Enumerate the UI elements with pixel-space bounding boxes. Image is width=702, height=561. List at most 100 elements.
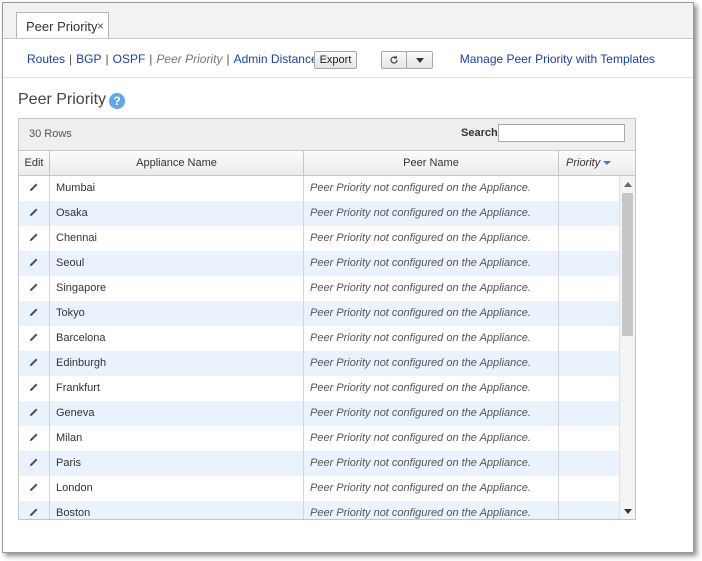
nav-separator: | xyxy=(226,52,230,66)
pencil-icon xyxy=(30,308,38,316)
scroll-up-arrow-icon[interactable] xyxy=(624,182,632,187)
peer-name-cell: Peer Priority not configured on the Appl… xyxy=(304,476,559,501)
refresh-button[interactable] xyxy=(381,51,407,69)
priority-cell xyxy=(559,426,619,451)
pencil-icon xyxy=(30,433,38,441)
tab-strip: Peer Priority × xyxy=(3,3,693,39)
pencil-icon xyxy=(30,508,38,516)
peer-name-cell: Peer Priority not configured on the Appl… xyxy=(304,376,559,401)
export-button[interactable]: Export xyxy=(314,51,357,69)
edit-button[interactable] xyxy=(19,301,50,326)
search-input[interactable] xyxy=(498,124,625,142)
nav-separator: | xyxy=(69,52,73,66)
pencil-icon xyxy=(30,483,38,491)
priority-cell xyxy=(559,501,619,519)
appliance-name-cell: Tokyo xyxy=(50,301,304,326)
edit-button[interactable] xyxy=(19,226,50,251)
column-header-peer-name[interactable]: Peer Name xyxy=(304,151,559,175)
table-row[interactable]: London Peer Priority not configured on th… xyxy=(19,476,619,501)
table-row[interactable]: Osaka Peer Priority not configured on the… xyxy=(19,201,619,226)
appliance-name-cell: Milan xyxy=(50,426,304,451)
table-row[interactable]: Barcelona Peer Priority not configured on… xyxy=(19,326,619,351)
table-row[interactable]: Mumbai Peer Priority not configured on th… xyxy=(19,176,619,201)
edit-button[interactable] xyxy=(19,176,50,201)
pencil-icon xyxy=(30,358,38,366)
help-icon[interactable]: ? xyxy=(109,93,125,109)
peer-name-cell: Peer Priority not configured on the Appl… xyxy=(304,501,559,519)
edit-button[interactable] xyxy=(19,376,50,401)
priority-cell xyxy=(559,351,619,376)
table-row[interactable]: Singapore Peer Priority not configured on… xyxy=(19,276,619,301)
appliance-name-cell: Edinburgh xyxy=(50,351,304,376)
refresh-options-button[interactable] xyxy=(406,51,433,69)
column-header-priority[interactable]: Priority xyxy=(559,151,617,175)
vertical-scrollbar[interactable] xyxy=(619,176,635,519)
appliance-name-cell: Singapore xyxy=(50,276,304,301)
scroll-down-arrow-icon[interactable] xyxy=(624,509,632,514)
tab-peer-priority[interactable]: Peer Priority × xyxy=(16,12,109,38)
pencil-icon xyxy=(30,408,38,416)
edit-button[interactable] xyxy=(19,501,50,519)
edit-button[interactable] xyxy=(19,251,50,276)
grid-toolbar: 30 Rows Search xyxy=(19,119,635,151)
refresh-icon xyxy=(390,55,398,64)
peer-name-cell: Peer Priority not configured on the Appl… xyxy=(304,326,559,351)
priority-cell xyxy=(559,176,619,201)
nav-ospf[interactable]: OSPF xyxy=(113,52,146,66)
table-row[interactable]: Boston Peer Priority not configured on th… xyxy=(19,501,619,519)
appliance-name-cell: Geneva xyxy=(50,401,304,426)
route-nav: Routes | BGP | OSPF | Peer Priority | Admin Dist… xyxy=(27,52,318,66)
peer-name-cell: Peer Priority not configured on the Appl… xyxy=(304,276,559,301)
edit-button[interactable] xyxy=(19,451,50,476)
peer-name-cell: Peer Priority not configured on the Appl… xyxy=(304,351,559,376)
edit-button[interactable] xyxy=(19,326,50,351)
appliance-name-cell: Mumbai xyxy=(50,176,304,201)
edit-button[interactable] xyxy=(19,401,50,426)
peer-name-cell: Peer Priority not configured on the Appl… xyxy=(304,401,559,426)
priority-cell xyxy=(559,226,619,251)
pencil-icon xyxy=(30,458,38,466)
table-row[interactable]: Frankfurt Peer Priority not configured on… xyxy=(19,376,619,401)
manage-templates-link[interactable]: Manage Peer Priority with Templates xyxy=(460,52,655,66)
page-title: Peer Priority xyxy=(18,91,107,108)
appliance-name-cell: Barcelona xyxy=(50,326,304,351)
appliance-name-cell: Seoul xyxy=(50,251,304,276)
caret-down-icon xyxy=(415,58,424,63)
priority-cell xyxy=(559,326,619,351)
sort-descending-icon xyxy=(603,161,612,166)
priority-cell xyxy=(559,201,619,226)
edit-button[interactable] xyxy=(19,476,50,501)
scrollbar-thumb[interactable] xyxy=(622,193,633,336)
column-header-edit: Edit xyxy=(19,151,50,175)
nav-admin-distance[interactable]: Admin Distance xyxy=(234,52,318,66)
edit-button[interactable] xyxy=(19,201,50,226)
nav-bgp[interactable]: BGP xyxy=(76,52,101,66)
peer-name-cell: Peer Priority not configured on the Appl… xyxy=(304,251,559,276)
edit-button[interactable] xyxy=(19,426,50,451)
priority-cell xyxy=(559,276,619,301)
peer-name-cell: Peer Priority not configured on the Appl… xyxy=(304,201,559,226)
grid-body: Mumbai Peer Priority not configured on th… xyxy=(19,176,619,519)
table-row[interactable]: Paris Peer Priority not configured on the… xyxy=(19,451,619,476)
table-row[interactable]: Chennai Peer Priority not configured on t… xyxy=(19,226,619,251)
edit-button[interactable] xyxy=(19,351,50,376)
close-icon[interactable]: × xyxy=(97,19,104,33)
edit-button[interactable] xyxy=(19,276,50,301)
search-label: Search xyxy=(461,127,498,139)
table-row[interactable]: Geneva Peer Priority not configured on th… xyxy=(19,401,619,426)
table-row[interactable]: Tokyo Peer Priority not configured on the… xyxy=(19,301,619,326)
priority-cell xyxy=(559,451,619,476)
peer-name-cell: Peer Priority not configured on the Appl… xyxy=(304,451,559,476)
pencil-icon xyxy=(30,333,38,341)
table-row[interactable]: Milan Peer Priority not configured on the… xyxy=(19,426,619,451)
peer-name-cell: Peer Priority not configured on the Appl… xyxy=(304,226,559,251)
table-row[interactable]: Seoul Peer Priority not configured on the… xyxy=(19,251,619,276)
pencil-icon xyxy=(30,283,38,291)
appliance-name-cell: Boston xyxy=(50,501,304,519)
nav-routes[interactable]: Routes xyxy=(27,52,65,66)
nav-separator: | xyxy=(149,52,153,66)
table-row[interactable]: Edinburgh Peer Priority not configured on… xyxy=(19,351,619,376)
appliance-name-cell: London xyxy=(50,476,304,501)
priority-cell xyxy=(559,476,619,501)
column-header-appliance-name[interactable]: Appliance Name xyxy=(50,151,304,175)
